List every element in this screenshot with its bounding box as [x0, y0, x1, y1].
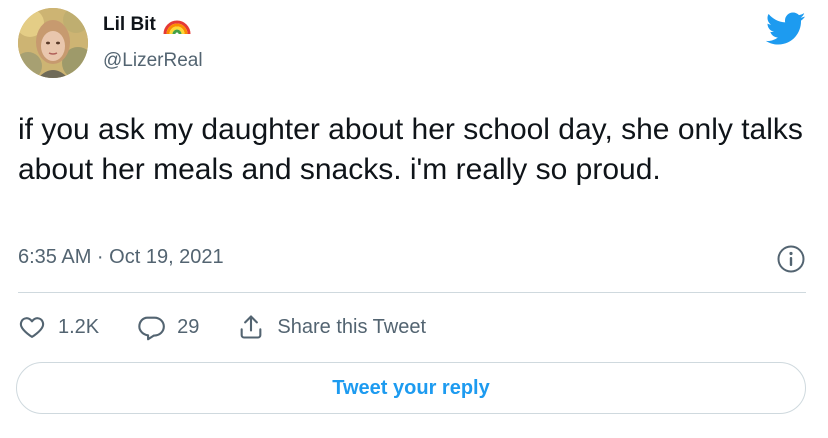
divider [18, 292, 806, 293]
heart-icon [19, 317, 45, 338]
rainbow-icon [163, 20, 191, 35]
user-handle[interactable]: @LizerReal [103, 50, 203, 72]
display-name[interactable]: Lil Bit [103, 14, 192, 36]
info-icon[interactable] [776, 244, 806, 274]
tweet-timestamp[interactable]: 6:35 AM · Oct 19, 2021 [18, 246, 224, 269]
share-icon [241, 315, 262, 339]
reply-bubble-icon [138, 316, 166, 341]
avatar-image [18, 8, 88, 78]
tweet-text: if you ask my daughter about her school … [18, 113, 803, 186]
display-name-text[interactable]: Lil Bit [103, 14, 156, 36]
like-count: 1.2K [58, 315, 100, 338]
reply-count: 29 [177, 315, 200, 338]
tweet-your-reply-button[interactable]: Tweet your reply [16, 362, 806, 414]
twitter-bird-icon[interactable] [766, 12, 806, 46]
share-button[interactable]: Share this Tweet [237, 313, 426, 341]
reply-button[interactable]: 29 [137, 313, 199, 341]
avatar[interactable] [18, 8, 88, 78]
like-button[interactable]: 1.2K [18, 313, 99, 341]
action-bar: 1.2K 29 Share this Tweet [18, 312, 426, 342]
share-label: Share this Tweet [277, 315, 427, 338]
